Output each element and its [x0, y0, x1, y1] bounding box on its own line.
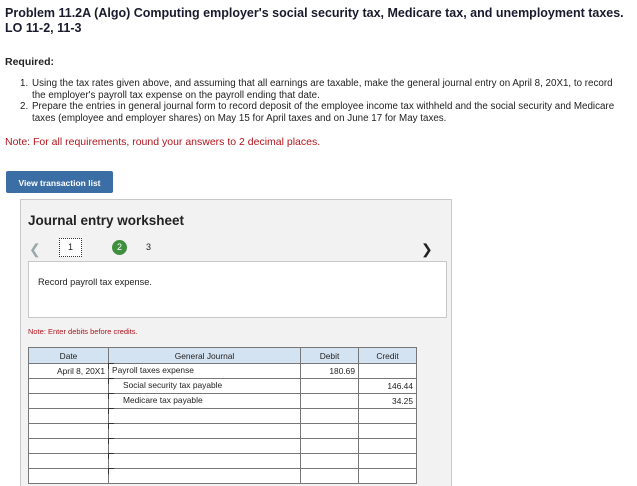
- account-cell[interactable]: [108, 408, 301, 424]
- rounding-note: Note: For all requirements, round your a…: [5, 136, 321, 148]
- dropdown-corner-icon: [108, 393, 114, 399]
- debit-cell[interactable]: [300, 453, 359, 469]
- account-name: Payroll taxes expense: [112, 365, 194, 375]
- worksheet-title: Journal entry worksheet: [28, 213, 185, 228]
- chevron-right-icon[interactable]: ❯: [421, 241, 433, 258]
- account-cell[interactable]: [108, 423, 301, 439]
- chevron-left-icon[interactable]: ❮: [29, 241, 41, 258]
- date-cell[interactable]: [28, 423, 109, 439]
- account-cell[interactable]: [108, 438, 301, 454]
- credit-cell[interactable]: [358, 408, 417, 424]
- table-row: Medicare tax payable 34.25: [28, 393, 417, 409]
- requirement-number: 1.: [20, 78, 29, 89]
- credit-cell[interactable]: [358, 438, 417, 454]
- dropdown-corner-icon: [108, 408, 114, 414]
- credit-header: Credit: [358, 347, 417, 364]
- date-cell[interactable]: [28, 453, 109, 469]
- account-cell[interactable]: [108, 468, 301, 484]
- requirement-text: Prepare the entries in general journal f…: [32, 101, 615, 124]
- view-transaction-list-button[interactable]: View transaction list: [6, 171, 113, 193]
- dropdown-corner-icon: [108, 453, 114, 459]
- dropdown-corner-icon: [108, 378, 114, 384]
- credit-cell[interactable]: [358, 423, 417, 439]
- requirement-number: 2.: [20, 101, 29, 112]
- date-cell[interactable]: [28, 468, 109, 484]
- credit-cell[interactable]: 34.25: [358, 393, 417, 409]
- dropdown-corner-icon: [108, 423, 114, 429]
- debit-cell[interactable]: [300, 438, 359, 454]
- table-row: Social security tax payable 146.44: [28, 378, 417, 394]
- table-row: [28, 468, 417, 484]
- table-row: [28, 438, 417, 454]
- debit-cell[interactable]: [300, 393, 359, 409]
- date-cell[interactable]: [28, 438, 109, 454]
- problem-title: Problem 11.2A (Algo) Computing employer'…: [5, 6, 624, 35]
- general-journal-header: General Journal: [108, 347, 301, 364]
- dropdown-corner-icon: [108, 468, 114, 474]
- requirements-list: 1. Using the tax rates given above, and …: [20, 78, 628, 124]
- account-cell[interactable]: Social security tax payable: [108, 378, 301, 394]
- worksheet-tab-3[interactable]: 3: [146, 242, 151, 252]
- account-name: Social security tax payable: [123, 380, 223, 390]
- table-row: [28, 408, 417, 424]
- required-label: Required:: [5, 56, 55, 68]
- worksheet-tab-2[interactable]: 2: [112, 240, 127, 255]
- worksheet-tab-1[interactable]: 1: [59, 238, 82, 257]
- requirement-text: Using the tax rates given above, and ass…: [32, 78, 613, 101]
- journal-table: Date General Journal Debit Credit April …: [28, 347, 417, 484]
- account-cell[interactable]: [108, 453, 301, 469]
- debit-cell[interactable]: 180.69: [300, 363, 359, 379]
- account-cell[interactable]: Medicare tax payable: [108, 393, 301, 409]
- date-cell[interactable]: April 8, 20X1: [28, 363, 109, 379]
- requirement-item: 1. Using the tax rates given above, and …: [20, 78, 628, 101]
- date-cell[interactable]: [28, 393, 109, 409]
- date-header: Date: [28, 347, 109, 364]
- credit-cell[interactable]: 146.44: [358, 378, 417, 394]
- credit-cell[interactable]: [358, 453, 417, 469]
- dropdown-corner-icon: [108, 438, 114, 444]
- table-row: April 8, 20X1 Payroll taxes expense 180.69: [28, 363, 417, 379]
- debit-cell[interactable]: [300, 468, 359, 484]
- instruction-box: Record payroll tax expense.: [28, 261, 447, 318]
- table-row: [28, 453, 417, 469]
- table-row: [28, 423, 417, 439]
- debit-header: Debit: [300, 347, 359, 364]
- account-cell[interactable]: Payroll taxes expense: [108, 363, 301, 379]
- date-cell[interactable]: [28, 408, 109, 424]
- debit-cell[interactable]: [300, 378, 359, 394]
- account-name: Medicare tax payable: [123, 395, 203, 405]
- date-cell[interactable]: [28, 378, 109, 394]
- credit-cell[interactable]: [358, 468, 417, 484]
- debits-before-credits-note: Note: Enter debits before credits.: [28, 327, 138, 336]
- credit-cell[interactable]: [358, 363, 417, 379]
- journal-entry-worksheet-panel: Journal entry worksheet ❮ 1 2 3 ❯ Record…: [20, 199, 452, 486]
- debit-cell[interactable]: [300, 423, 359, 439]
- requirement-item: 2. Prepare the entries in general journa…: [20, 101, 628, 124]
- debit-cell[interactable]: [300, 408, 359, 424]
- instruction-text: Record payroll tax expense.: [38, 277, 152, 287]
